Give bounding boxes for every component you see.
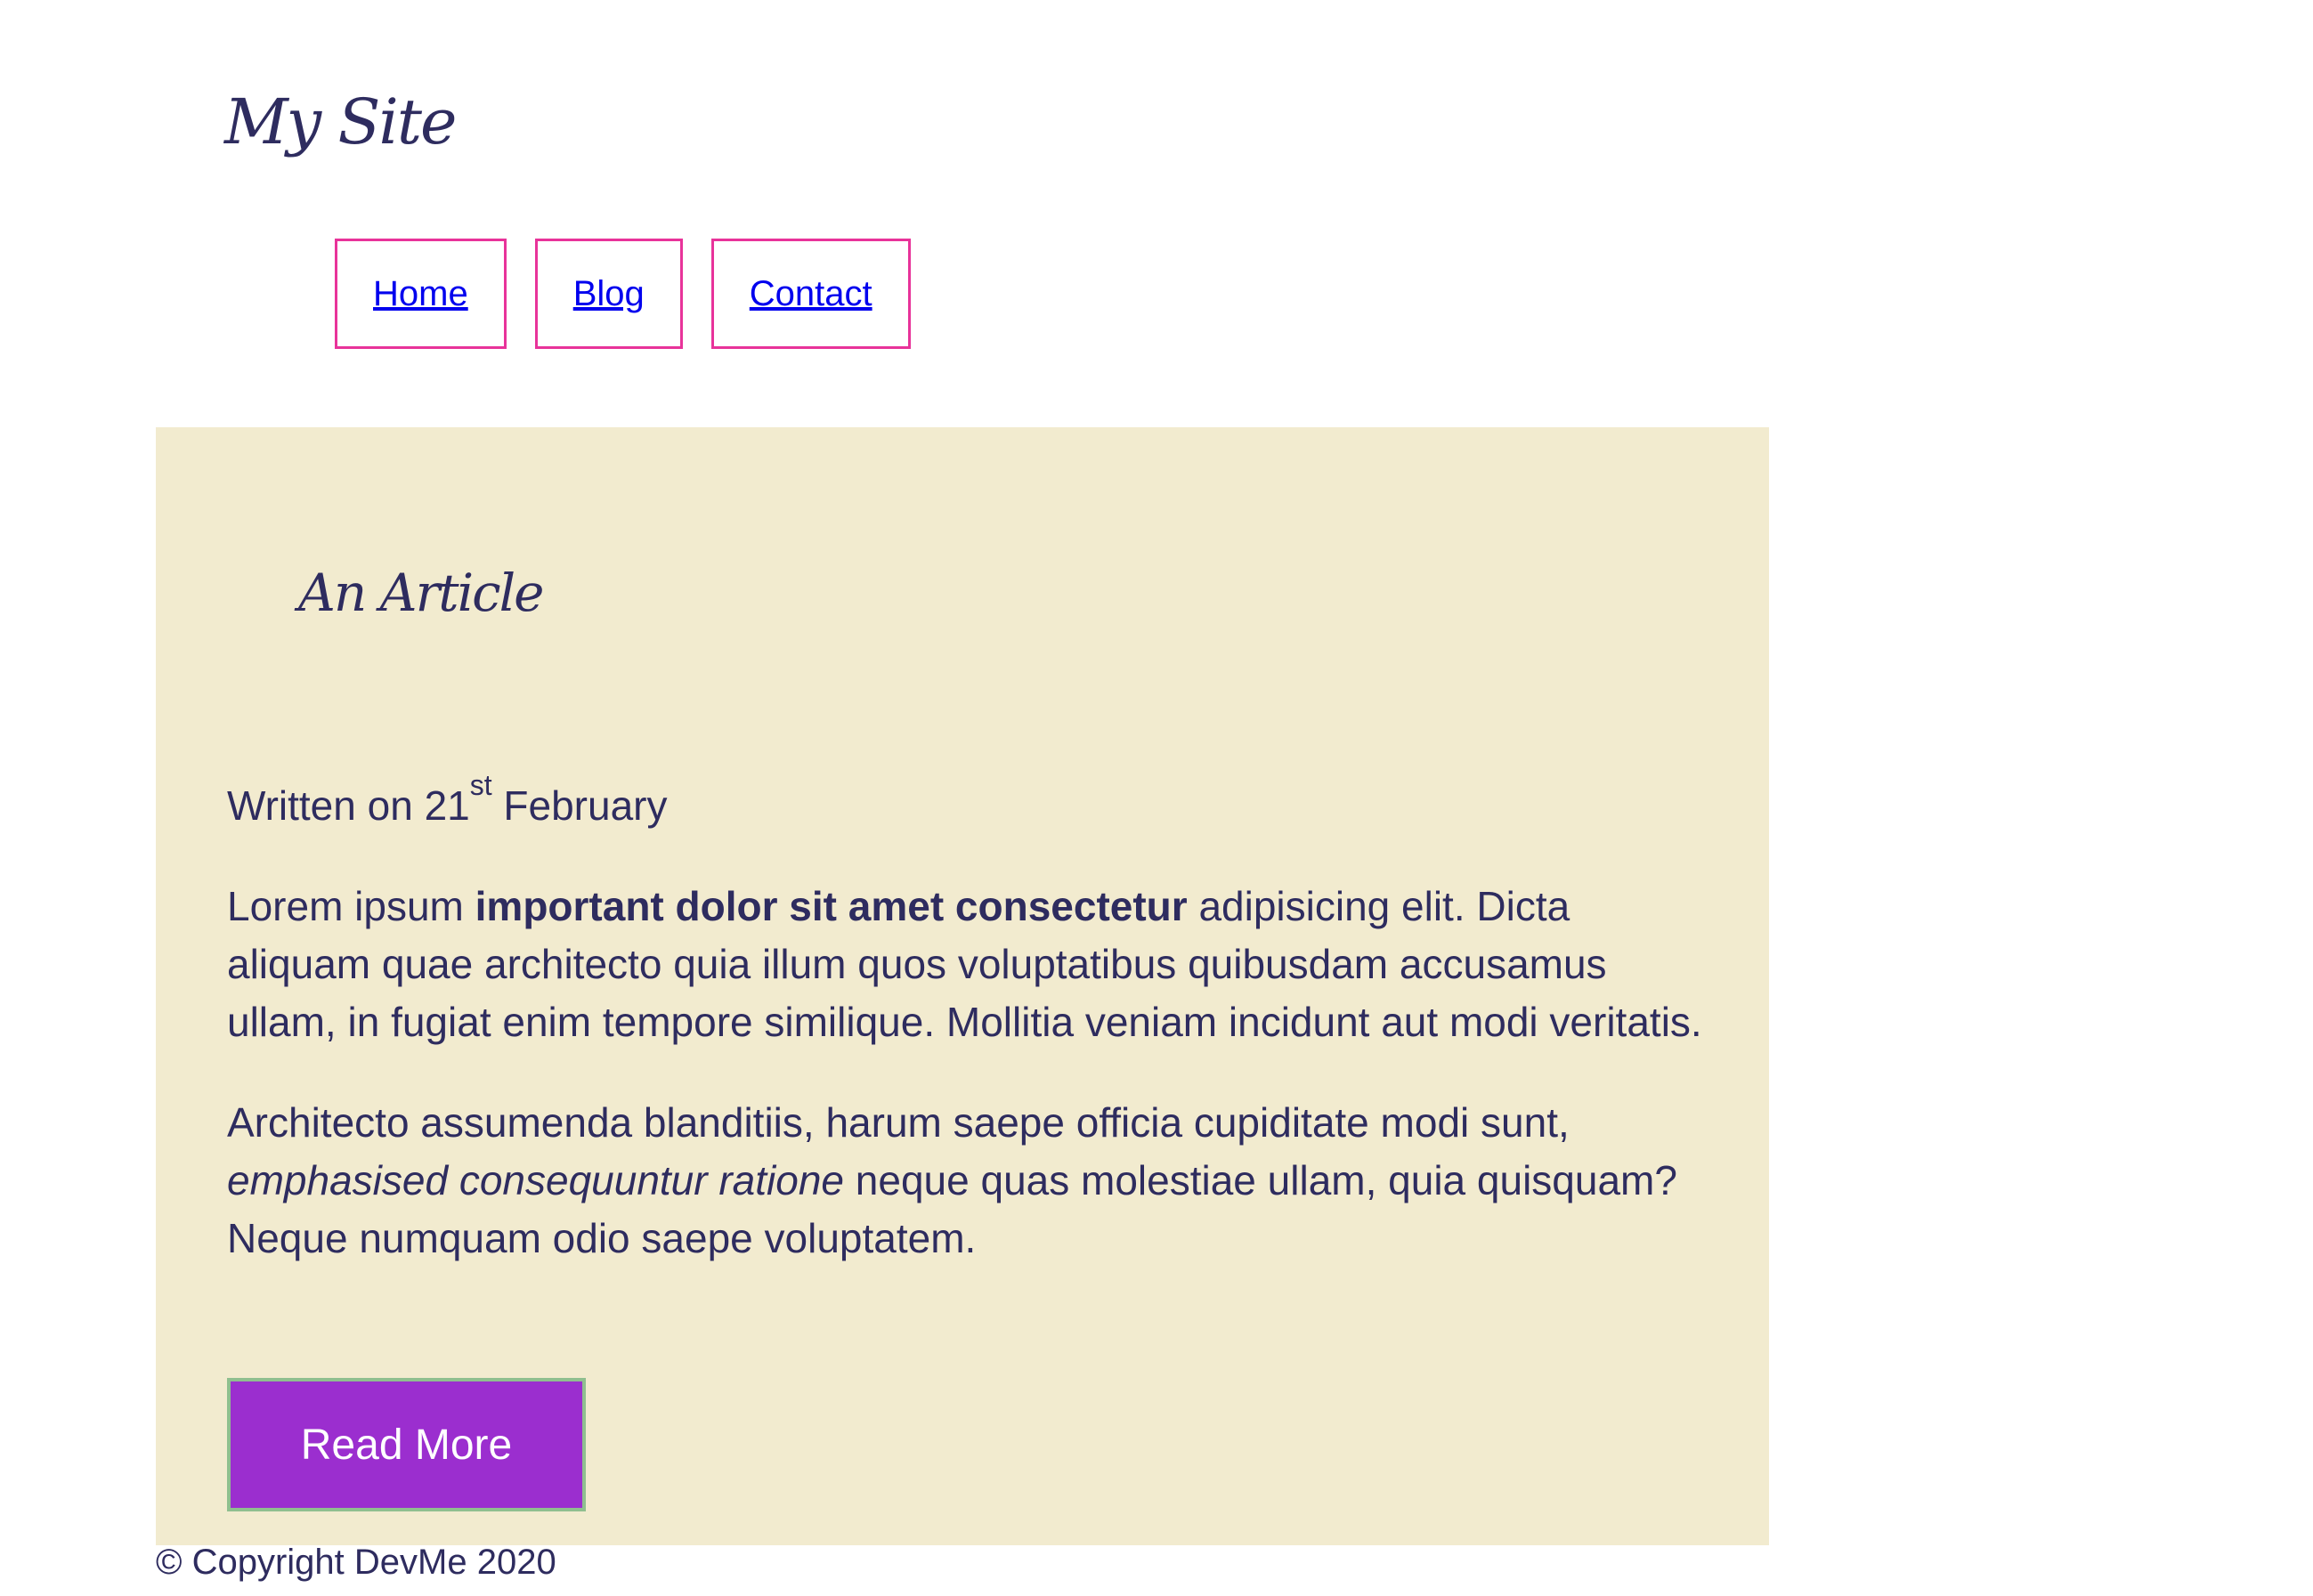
article-paragraph-2: Architecto assumenda blanditiis, harum s… xyxy=(227,1094,1723,1268)
article-body: Written on 21st February Lorem ipsum imp… xyxy=(227,771,1723,1310)
article-date: Written on 21st February xyxy=(227,771,1723,835)
nav-link-home[interactable]: Home xyxy=(373,274,468,314)
date-ordinal: st xyxy=(469,769,492,801)
paragraph-1-text-start: Lorem ipsum xyxy=(227,883,475,929)
nav-item-blog: Blog xyxy=(534,239,683,349)
article-title: An Article xyxy=(298,563,545,623)
paragraph-1-bold-text: important dolor sit amet consectetur xyxy=(475,883,1188,929)
read-more-button[interactable]: Read More xyxy=(227,1378,586,1511)
nav-item-home: Home xyxy=(335,239,507,349)
article-paragraph-1: Lorem ipsum important dolor sit amet con… xyxy=(227,878,1723,1051)
nav-link-contact[interactable]: Contact xyxy=(750,274,872,314)
footer-copyright: © Copyright DevMe 2020 xyxy=(156,1543,556,1582)
date-prefix: Written on 21 xyxy=(227,782,470,829)
date-month: February xyxy=(503,782,668,829)
site-title: My Site xyxy=(224,85,457,158)
paragraph-2-italic-text: emphasised consequuntur ratione xyxy=(227,1157,845,1203)
paragraph-2-text-start: Architecto assumenda blanditiis, harum s… xyxy=(227,1099,1570,1146)
main-nav: Home Blog Contact xyxy=(335,239,911,349)
nav-item-contact: Contact xyxy=(710,239,911,349)
nav-link-blog[interactable]: Blog xyxy=(573,274,645,314)
article: An Article Written on 21st February Lore… xyxy=(156,427,1769,1545)
